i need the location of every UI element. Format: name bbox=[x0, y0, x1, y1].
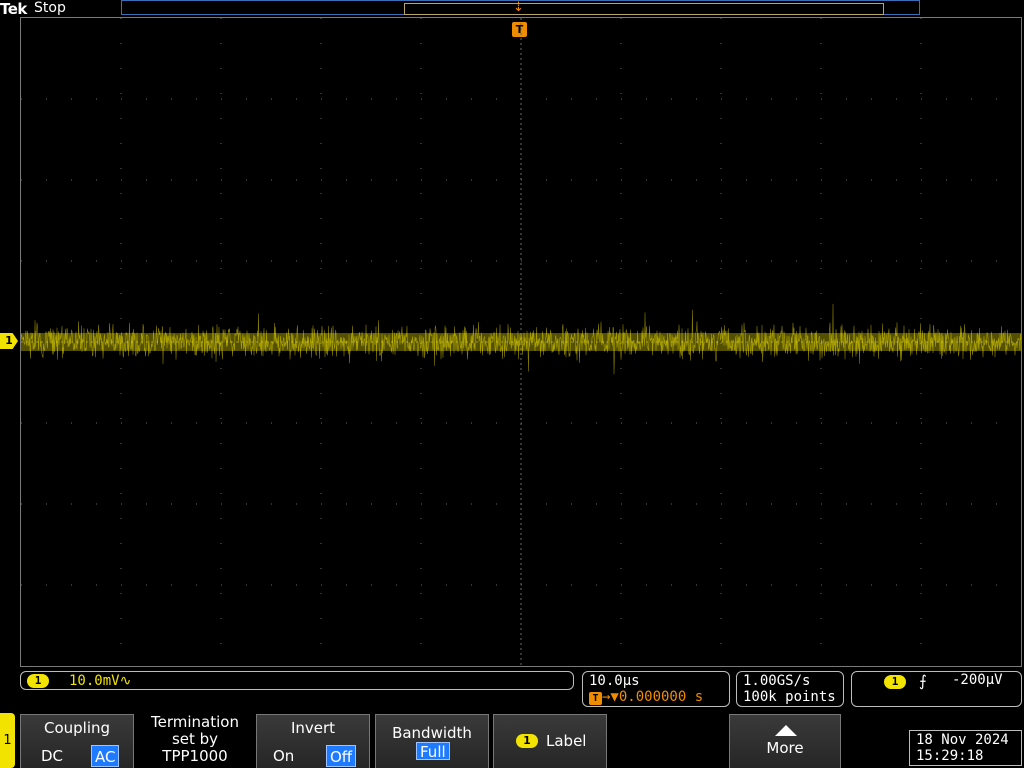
date: 18 Nov 2024 bbox=[916, 732, 1009, 748]
sample-rate: 1.00GS/s bbox=[743, 673, 811, 689]
coupling-button[interactable]: Coupling DC AC bbox=[20, 714, 134, 768]
trigger-readout[interactable]: 1 ⨍ -200µV bbox=[851, 671, 1022, 707]
trigger-position-arrow-icon: ⇣ bbox=[513, 0, 524, 15]
record-view-window[interactable] bbox=[404, 3, 884, 15]
label-channel-badge: 1 bbox=[516, 734, 538, 748]
ch1-vertical-scale: 10.0mV∿ bbox=[69, 673, 132, 689]
invert-off-option[interactable]: Off bbox=[326, 745, 357, 767]
up-arrow-icon bbox=[775, 725, 797, 736]
tek-logo: Tek bbox=[0, 0, 27, 18]
invert-title: Invert bbox=[290, 719, 336, 737]
termination-line3: TPP1000 bbox=[162, 747, 228, 765]
more-label: More bbox=[766, 739, 804, 757]
waveform-graticule[interactable] bbox=[20, 17, 1022, 667]
invert-button[interactable]: Invert On Off bbox=[256, 714, 370, 768]
run-state-indicator: Stop bbox=[34, 0, 66, 16]
termination-line2: set by bbox=[171, 730, 219, 748]
ch1-ground-marker[interactable]: 1 bbox=[0, 333, 18, 349]
time: 15:29:18 bbox=[916, 748, 984, 764]
coupling-ac-option[interactable]: AC bbox=[91, 745, 120, 767]
graticule-grid bbox=[21, 18, 1021, 666]
horizontal-scale: 10.0µs bbox=[589, 673, 640, 689]
invert-on-option[interactable]: On bbox=[270, 745, 297, 767]
ac-coupling-icon: ∿ bbox=[119, 673, 132, 689]
trigger-position-readout: T →▼0.000000 s bbox=[589, 689, 703, 705]
ch1-waveform-core bbox=[21, 333, 1021, 351]
termination-info: Termination set by TPP1000 bbox=[142, 714, 248, 768]
bandwidth-button[interactable]: Bandwidth Full bbox=[375, 714, 489, 768]
trigger-source-badge: 1 bbox=[884, 675, 906, 689]
label-text: Label bbox=[546, 732, 587, 750]
record-length: 100k points bbox=[743, 689, 836, 705]
coupling-dc-option[interactable]: DC bbox=[38, 745, 66, 767]
trigger-level: -200µV bbox=[952, 672, 1003, 688]
label-button[interactable]: 1 Label bbox=[493, 714, 607, 768]
more-button[interactable]: More bbox=[729, 714, 841, 768]
delay-arrow-icon: →▼ bbox=[602, 689, 619, 705]
ch1-badge: 1 bbox=[27, 674, 49, 688]
acquisition-readout[interactable]: 1.00GS/s 100k points bbox=[736, 671, 844, 707]
bandwidth-value: Full bbox=[416, 742, 450, 761]
menu-channel-tab: 1 bbox=[0, 713, 15, 768]
date-time-display: 18 Nov 2024 15:29:18 bbox=[909, 730, 1022, 766]
horizontal-readout[interactable]: 10.0µs T →▼0.000000 s bbox=[582, 671, 730, 707]
termination-line1: Termination bbox=[151, 713, 239, 731]
coupling-title: Coupling bbox=[43, 719, 111, 737]
bandwidth-title: Bandwidth bbox=[392, 724, 472, 742]
rising-edge-icon: ⨍ bbox=[919, 672, 927, 690]
trigger-t-icon: T bbox=[589, 692, 602, 705]
ch1-scale-readout[interactable]: 1 10.0mV∿ bbox=[20, 671, 574, 690]
